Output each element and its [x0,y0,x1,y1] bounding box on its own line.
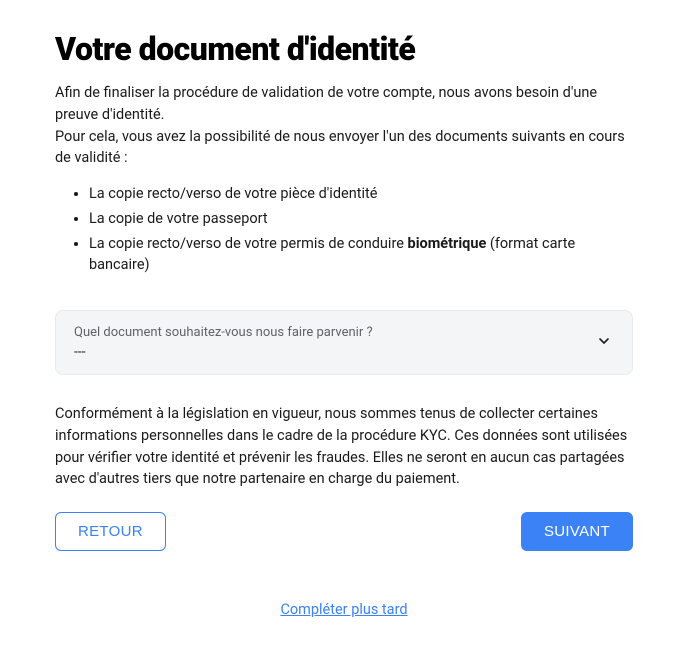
select-label: Quel document souhaitez-vous nous faire … [74,325,614,340]
page-title: Votre document d'identité [55,30,633,68]
chevron-down-icon [596,333,612,353]
intro-line-2: Pour cela, vous avez la possibilité de n… [55,128,625,167]
intro-text: Afin de finaliser la procédure de valida… [55,82,633,169]
next-button[interactable]: SUIVANT [521,512,633,551]
list-item-strong: biométrique [408,235,487,252]
button-row: RETOUR SUIVANT [55,512,633,551]
list-item-text: La copie recto/verso de votre permis de … [89,235,408,252]
back-button[interactable]: RETOUR [55,512,166,551]
document-list: La copie recto/verso de votre pièce d'id… [55,183,633,276]
complete-later-wrap: Compléter plus tard [55,599,633,618]
intro-line-1: Afin de finaliser la procédure de valida… [55,84,597,123]
select-value: --- [74,344,614,360]
document-select[interactable]: Quel document souhaitez-vous nous faire … [55,310,633,375]
complete-later-link[interactable]: Compléter plus tard [280,601,407,618]
list-item: La copie recto/verso de votre pièce d'id… [89,183,633,205]
list-item: La copie de votre passeport [89,208,633,230]
list-item: La copie recto/verso de votre permis de … [89,233,633,277]
legal-notice: Conformément à la législation en vigueur… [55,403,633,490]
